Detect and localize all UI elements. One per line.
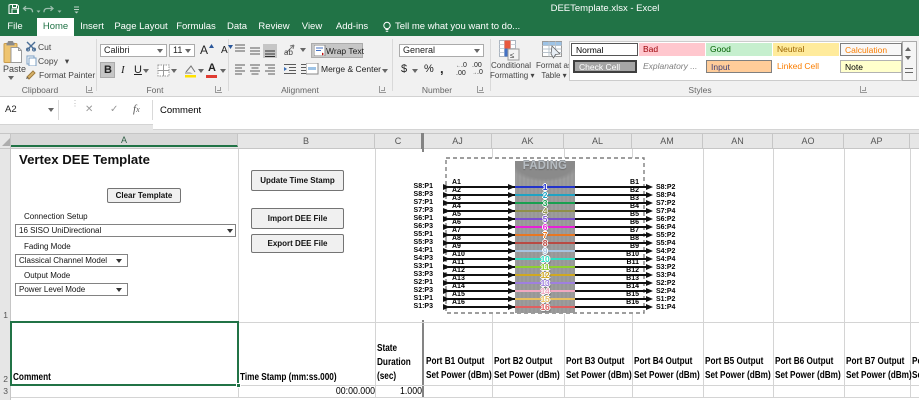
svg-text:≤: ≤ [510,51,515,60]
svg-text:ab: ab [284,48,293,56]
